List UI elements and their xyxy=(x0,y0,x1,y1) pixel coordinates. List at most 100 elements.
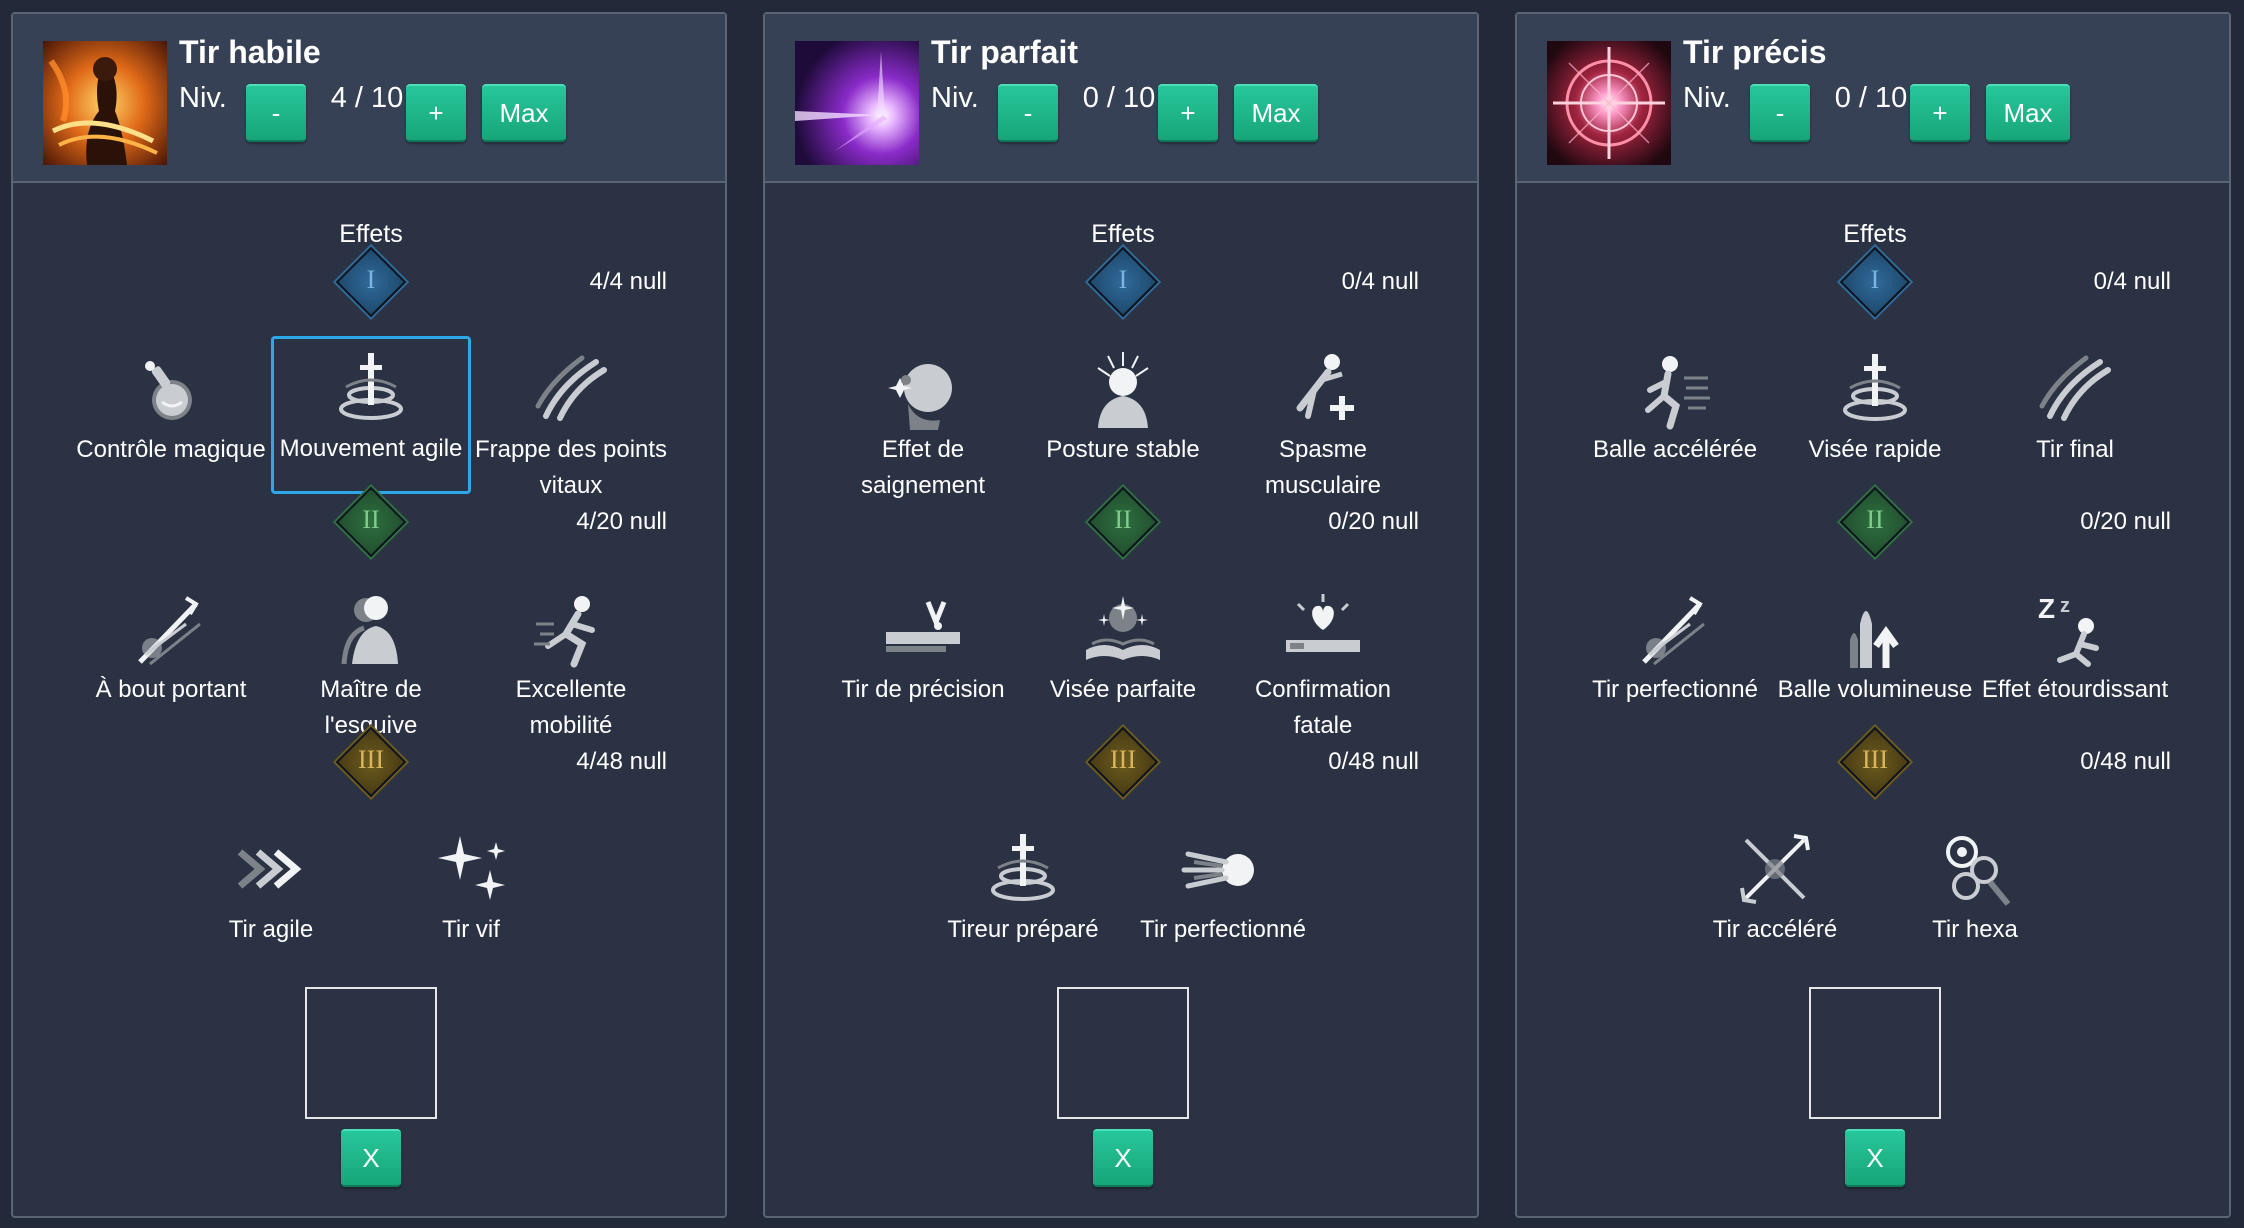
effects-label: Effets xyxy=(1843,220,1907,248)
tier-numeral: II xyxy=(362,505,380,534)
effect-node[interactable]: Tir perfectionné xyxy=(1123,824,1323,948)
piercing-shot-icon xyxy=(126,584,216,674)
level-decrease-button[interactable]: - xyxy=(246,84,306,142)
effect-node[interactable]: Mouvement agile xyxy=(271,336,471,494)
clear-button[interactable]: X xyxy=(341,1129,401,1187)
effect-node[interactable]: Tir vif xyxy=(371,824,571,948)
stable-posture-icon xyxy=(1078,344,1168,434)
level-label: Niv. xyxy=(1683,82,1731,114)
tier-points-count: 4/20 null xyxy=(576,508,667,535)
dodge-master-icon xyxy=(326,584,416,674)
effect-node[interactable]: Contrôle magique xyxy=(71,344,271,468)
effect-node[interactable]: Maître de l'esquive xyxy=(271,584,471,744)
svg-text:z: z xyxy=(2060,595,2070,617)
precision-bar-icon xyxy=(878,584,968,674)
effect-label: Contrôle magique xyxy=(76,436,266,463)
skill-title: Tir habile xyxy=(179,34,321,70)
skill-title: Tir parfait xyxy=(931,34,1078,70)
level-decrease-button[interactable]: - xyxy=(998,84,1058,142)
effect-node[interactable]: Tireur préparé xyxy=(923,824,1123,948)
effect-node[interactable]: Tir de précision xyxy=(823,584,1023,708)
level-increase-button[interactable]: + xyxy=(1158,84,1218,142)
level-max-button[interactable]: Max xyxy=(1986,84,2070,142)
effect-node[interactable]: Tir hexa xyxy=(1875,824,2075,948)
skill-header: Tir habile Niv. -4 / 10 + Max xyxy=(13,14,725,183)
running-figure-icon xyxy=(526,584,616,674)
empty-rune-slot[interactable] xyxy=(1057,987,1189,1119)
tier-numeral: III xyxy=(1110,745,1136,774)
effect-node[interactable]: Zz Effet étourdissant xyxy=(1975,584,2175,708)
level-increase-button[interactable]: + xyxy=(406,84,466,142)
skill-header: Tir parfait Niv. -0 / 10 + Max xyxy=(765,14,1477,183)
effect-label: Effet de saignement xyxy=(860,436,986,499)
tier-points-count: 0/20 null xyxy=(2080,508,2171,535)
sprinting-figure-icon xyxy=(1630,344,1720,434)
tier-points-count: 0/4 null xyxy=(1341,268,1419,295)
heart-bar-icon xyxy=(1278,584,1368,674)
empty-rune-slot[interactable] xyxy=(1809,987,1941,1119)
effect-label: Tir perfectionné xyxy=(1140,916,1306,943)
tier-numeral: III xyxy=(358,745,384,774)
effect-label: Tir final xyxy=(2036,436,2114,463)
tier-points-count: 0/48 null xyxy=(2080,748,2171,775)
chevrons-icon xyxy=(226,824,316,914)
muscle-spasm-icon xyxy=(1278,344,1368,434)
effect-label: Mouvement agile xyxy=(279,435,463,462)
level-max-button[interactable]: Max xyxy=(482,84,566,142)
effect-node[interactable]: Tir agile xyxy=(171,824,371,948)
level-increase-button[interactable]: + xyxy=(1910,84,1970,142)
effect-node[interactable]: À bout portant xyxy=(71,584,271,708)
effect-node[interactable]: Balle volumineuse xyxy=(1775,584,1975,708)
precise-shot-crosshair-icon xyxy=(1547,41,1671,165)
claw-slash-icon xyxy=(2030,344,2120,434)
effect-node[interactable]: Confirmation fatale xyxy=(1223,584,1423,744)
level-label: Niv. xyxy=(179,82,227,114)
effect-label: Tir agile xyxy=(228,916,314,943)
comet-icon xyxy=(1178,824,1268,914)
effect-label: Effet étourdissant xyxy=(1981,676,2169,703)
effect-node[interactable]: Posture stable xyxy=(1023,344,1223,468)
effect-node[interactable]: Visée rapide xyxy=(1775,344,1975,468)
effects-label: Effets xyxy=(339,220,403,248)
effect-node[interactable]: Balle accélérée xyxy=(1575,344,1775,468)
effect-label: Visée rapide xyxy=(1808,436,1942,463)
clear-button[interactable]: X xyxy=(1845,1129,1905,1187)
effect-node[interactable]: Excellente mobilité xyxy=(471,584,671,744)
level-decrease-button[interactable]: - xyxy=(1750,84,1810,142)
tier-points-count: 4/48 null xyxy=(576,748,667,775)
level-max-button[interactable]: Max xyxy=(1234,84,1318,142)
empty-rune-slot[interactable] xyxy=(305,987,437,1119)
skill-title: Tir précis xyxy=(1683,34,1827,70)
tier-numeral: II xyxy=(1866,505,1884,534)
svg-text:Z: Z xyxy=(2038,593,2055,624)
rocket-arrow-icon xyxy=(1830,584,1920,674)
effect-label: Excellente mobilité xyxy=(515,676,627,739)
effect-node[interactable]: Visée parfaite xyxy=(1023,584,1223,708)
sleeping-z-icon: Zz xyxy=(2030,584,2120,674)
bleeding-head-icon xyxy=(878,344,968,434)
effect-node[interactable]: Tir accéléré xyxy=(1675,824,1875,948)
effect-node[interactable]: Tir final xyxy=(1975,344,2175,468)
tier-points-count: 0/48 null xyxy=(1328,748,1419,775)
open-book-icon xyxy=(1078,584,1168,674)
skill-panel: Tir précis Niv. -0 / 10 + Max Effets 0/4 null I… xyxy=(1515,12,2231,1218)
effect-node[interactable]: Effet de saignement xyxy=(823,344,1023,504)
whirl-sword-icon xyxy=(1830,344,1920,434)
effect-label: Tir vif xyxy=(442,916,500,943)
skill-panel: Tir parfait Niv. -0 / 10 + Max Effets 0/4 null… xyxy=(763,12,1479,1218)
effect-label: Frappe des points vitaux xyxy=(474,436,668,499)
clear-button[interactable]: X xyxy=(1093,1129,1153,1187)
effect-node[interactable]: Spasme musculaire xyxy=(1223,344,1423,504)
skill-header: Tir précis Niv. -0 / 10 + Max xyxy=(1517,14,2229,183)
effect-label: Confirmation fatale xyxy=(1254,676,1392,739)
effect-node[interactable]: Tir perfectionné xyxy=(1575,584,1775,708)
tier-numeral: I xyxy=(1118,265,1128,294)
effects-label: Effets xyxy=(1091,220,1155,248)
tier-numeral: II xyxy=(1114,505,1132,534)
piercing-shot-icon xyxy=(1630,584,1720,674)
effect-node[interactable]: Frappe des points vitaux xyxy=(471,344,671,504)
effect-label: Spasme musculaire xyxy=(1264,436,1382,499)
whirl-sword-icon xyxy=(326,343,416,433)
claw-slash-icon xyxy=(526,344,616,434)
hex-orbs-icon xyxy=(1930,824,2020,914)
